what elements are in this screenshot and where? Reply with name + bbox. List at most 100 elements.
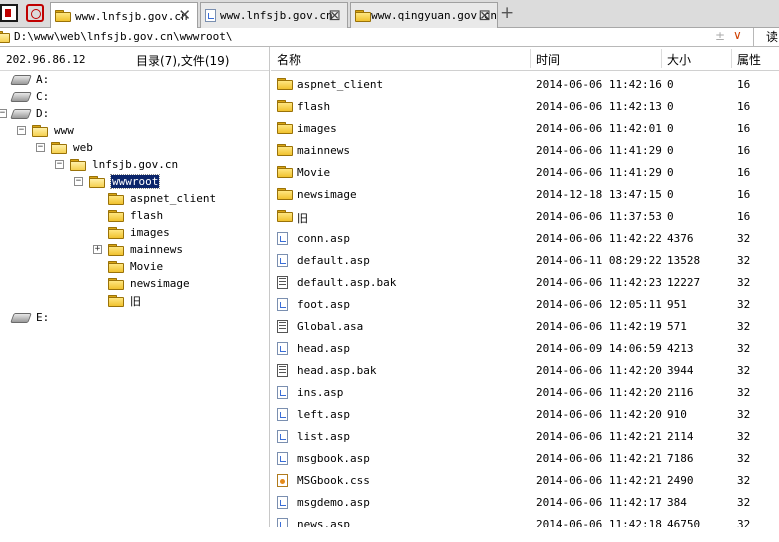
app-icon[interactable] <box>0 4 18 22</box>
folder-icon <box>355 9 372 22</box>
file-type-icon <box>277 297 288 311</box>
tree-item-drive-e[interactable]: E: <box>10 309 49 326</box>
tree-item-old[interactable]: 旧 <box>108 292 141 309</box>
plus-minus-icon[interactable]: ± <box>715 29 725 43</box>
target-icon[interactable] <box>26 4 44 22</box>
tab-lnfsjb-file[interactable]: www.lnfsjb.gov.cn ⊠ <box>200 2 348 28</box>
file-row[interactable]: msgdemo.asp 2014-06-06 11:42:17 384 32 <box>271 491 779 513</box>
status-strip <box>0 527 779 542</box>
file-row[interactable]: ins.asp 2014-06-06 11:42:20 2116 32 <box>271 381 779 403</box>
tab-lnfsjb-folder[interactable]: www.lnfsjb.gov.cn ✕ <box>50 2 198 29</box>
file-size: 384 <box>667 496 687 509</box>
file-name: mainnews <box>297 144 350 157</box>
asp-file-icon <box>277 407 288 421</box>
close-icon[interactable]: ⊠ <box>328 6 341 24</box>
file-time: 2014-06-09 14:06:59 <box>536 342 662 355</box>
file-time: 2014-06-06 11:42:16 <box>536 78 662 91</box>
tree-item-newsimage[interactable]: newsimage <box>108 275 190 292</box>
file-size: 0 <box>667 100 674 113</box>
server-ip: 202.96.86.12 <box>6 53 86 66</box>
file-name: 旧 <box>297 212 308 225</box>
close-icon[interactable]: ⊠ <box>478 6 491 24</box>
collapse-toggle[interactable]: − <box>36 143 45 152</box>
file-attr: 32 <box>737 430 751 443</box>
file-size: 0 <box>667 144 674 157</box>
tree-item-aspnet-client[interactable]: aspnet_client <box>108 190 216 207</box>
file-row[interactable]: MSGbook.css 2014-06-06 11:42:21 2490 32 <box>271 469 779 491</box>
file-type-icon <box>277 385 288 399</box>
tab-bar: www.lnfsjb.gov.cn ✕ www.lnfsjb.gov.cn ⊠ … <box>0 0 779 29</box>
file-row[interactable]: Global.asa 2014-06-06 11:42:19 571 32 <box>271 315 779 337</box>
file-size: 2114 <box>667 430 694 443</box>
file-row[interactable]: msgbook.asp 2014-06-06 11:42:21 7186 32 <box>271 447 779 469</box>
folder-icon <box>55 10 71 22</box>
collapse-toggle[interactable]: − <box>74 177 83 186</box>
tree-item-flash[interactable]: flash <box>108 207 163 224</box>
close-icon[interactable]: ✕ <box>178 6 191 24</box>
file-row[interactable]: head.asp 2014-06-09 14:06:59 4213 32 <box>271 337 779 359</box>
folder-icon <box>108 226 124 239</box>
collapse-toggle[interactable]: − <box>17 126 26 135</box>
tree-item-images[interactable]: images <box>108 224 170 241</box>
column-attr[interactable]: 属性 <box>737 51 761 68</box>
collapse-toggle[interactable]: − <box>55 160 64 169</box>
file-row[interactable]: conn.asp 2014-06-06 11:42:22 4376 32 <box>271 227 779 249</box>
tab-qingyuan[interactable]: www.qingyuan.gov.cn ⊠ <box>350 2 498 28</box>
file-row[interactable]: default.asp.bak 2014-06-06 11:42:23 12227 3… <box>271 271 779 293</box>
file-row[interactable]: aspnet_client 2014-06-06 11:42:16 0 16 <box>271 73 779 95</box>
read-button[interactable]: 读 <box>753 28 779 46</box>
file-size: 0 <box>667 78 674 91</box>
item-count: 目录(7),文件(19) <box>136 54 230 68</box>
file-attr: 32 <box>737 518 751 527</box>
tree-item-www[interactable]: www <box>32 122 74 139</box>
tree-item-web[interactable]: web <box>51 139 93 156</box>
file-row[interactable]: 旧 2014-06-06 11:37:53 0 16 <box>271 205 779 227</box>
folder-icon <box>277 144 293 156</box>
chevron-down-icon[interactable]: ∨ <box>733 28 742 42</box>
file-type-icon <box>277 407 288 421</box>
file-row[interactable]: default.asp 2014-06-11 08:29:22 13528 32 <box>271 249 779 271</box>
file-size: 13528 <box>667 254 701 267</box>
drive-icon <box>10 312 32 323</box>
tree-item-label: A: <box>36 73 50 86</box>
expand-toggle[interactable]: + <box>93 245 102 254</box>
column-time[interactable]: 时间 <box>536 51 560 68</box>
tree-item-label: mainnews <box>130 243 183 256</box>
file-row[interactable]: foot.asp 2014-06-06 12:05:11 951 32 <box>271 293 779 315</box>
column-name[interactable]: 名称 <box>277 51 301 68</box>
file-attr: 32 <box>737 298 751 311</box>
tree-item-lnfsjb[interactable]: lnfsjb.gov.cn <box>70 156 178 173</box>
column-size[interactable]: 大小 <box>667 51 691 68</box>
file-row[interactable]: flash 2014-06-06 11:42:13 0 16 <box>271 95 779 117</box>
tree-item-label: C: <box>36 90 50 103</box>
tree-item-wwwroot[interactable]: wwwroot <box>89 173 161 190</box>
file-row[interactable]: images 2014-06-06 11:42:01 0 16 <box>271 117 779 139</box>
file-name: Global.asa <box>297 320 364 333</box>
file-time: 2014-06-06 11:42:23 <box>536 276 662 289</box>
add-tab-button[interactable]: + <box>500 3 514 23</box>
file-row[interactable]: news.asp 2014-06-06 11:42:18 46750 32 <box>271 513 779 527</box>
folder-icon <box>108 192 124 205</box>
file-name: news.asp <box>297 518 350 527</box>
file-type-icon <box>277 231 288 245</box>
tree-item-drive-a[interactable]: A: <box>10 71 50 88</box>
tree-item-mainnews[interactable]: mainnews <box>108 241 183 258</box>
file-row[interactable]: left.asp 2014-06-06 11:42:20 910 32 <box>271 403 779 425</box>
file-attr: 16 <box>737 188 751 201</box>
folder-icon <box>277 100 293 112</box>
file-row[interactable]: Movie 2014-06-06 11:41:29 0 16 <box>271 161 779 183</box>
address-path-input[interactable]: D:\www\web\lnfsjb.gov.cn\wwwroot\ <box>14 30 233 43</box>
file-size: 0 <box>667 122 674 135</box>
tree-item-label: www <box>54 124 74 137</box>
file-row[interactable]: mainnews 2014-06-06 11:41:29 0 16 <box>271 139 779 161</box>
file-row[interactable]: head.asp.bak 2014-06-06 11:42:20 3944 32 <box>271 359 779 381</box>
collapse-toggle[interactable]: − <box>0 109 7 118</box>
tree-item-movie[interactable]: Movie <box>108 258 163 275</box>
file-row[interactable]: list.asp 2014-06-06 11:42:21 2114 32 <box>271 425 779 447</box>
file-row[interactable]: newsimage 2014-12-18 13:47:15 0 16 <box>271 183 779 205</box>
tree-item-drive-c[interactable]: C: <box>10 88 50 105</box>
tree-item-drive-d[interactable]: D: <box>10 105 49 122</box>
tree-item-label: newsimage <box>130 277 190 290</box>
folder-icon <box>0 31 10 43</box>
file-attr: 16 <box>737 100 751 113</box>
